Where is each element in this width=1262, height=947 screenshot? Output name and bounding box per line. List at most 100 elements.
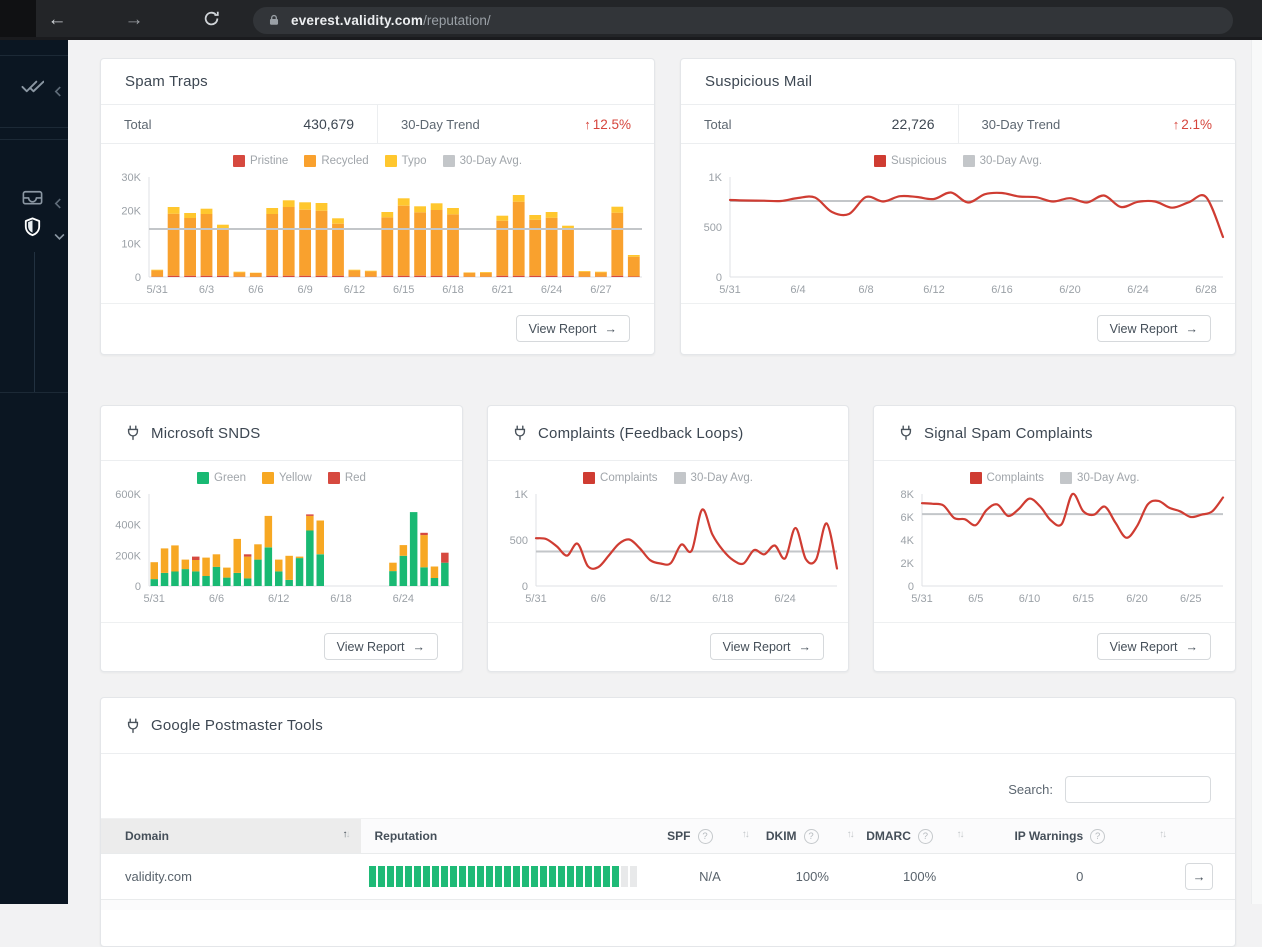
- chart-canvas: 05001K5/316/46/86/126/166/206/246/28: [683, 171, 1234, 297]
- svg-text:6/25: 6/25: [1180, 593, 1201, 605]
- ip-warnings-cell: 0: [974, 869, 1185, 884]
- svg-text:5/31: 5/31: [147, 284, 168, 296]
- complaints-chart: Complaints30-Day Avg.05001K5/316/66/126/…: [488, 461, 848, 606]
- chart-canvas: 010K20K30K5/316/36/66/96/126/156/186/216…: [102, 171, 653, 297]
- sidebar: [0, 40, 68, 904]
- svg-text:6/3: 6/3: [199, 284, 214, 296]
- page-scrollbar[interactable]: [1251, 40, 1262, 904]
- svg-text:200K: 200K: [115, 550, 141, 562]
- svg-text:0: 0: [715, 272, 721, 284]
- svg-text:5/31: 5/31: [143, 593, 164, 605]
- table-footer: [101, 900, 1235, 910]
- column-header-ip-warnings[interactable]: IP Warnings ? ↑↓: [974, 819, 1185, 853]
- window-corner: [0, 0, 36, 40]
- svg-text:6K: 6K: [901, 512, 915, 524]
- card-title-complaints: Complaints (Feedback Loops): [538, 425, 744, 442]
- chart-canvas: 0200K400K600K5/316/66/126/186/24: [101, 488, 462, 606]
- sort-icon[interactable]: ↑↓: [1159, 829, 1165, 840]
- svg-text:8K: 8K: [901, 489, 915, 501]
- address-bar[interactable]: everest.validity.com/reputation/: [253, 7, 1233, 34]
- snds-chart: GreenYellowRed0200K400K600K5/316/66/126/…: [101, 461, 462, 606]
- svg-text:0: 0: [521, 581, 527, 593]
- legend-item: Yellow: [262, 470, 312, 486]
- domain-cell: validity.com: [101, 869, 361, 884]
- sidebar-item-reputation[interactable]: [0, 218, 68, 242]
- svg-text:6/18: 6/18: [330, 593, 351, 605]
- column-header-dkim[interactable]: DKIM ? ↑↓: [760, 819, 865, 853]
- svg-text:6/24: 6/24: [774, 593, 795, 605]
- chevron-down-icon: [54, 228, 65, 246]
- view-report-button[interactable]: View Report→: [1097, 315, 1211, 342]
- svg-text:6/6: 6/6: [248, 284, 263, 296]
- back-button[interactable]: ←: [37, 2, 77, 38]
- stat-trend: 30-Day Trend ↑12.5%: [378, 105, 654, 143]
- sort-icon[interactable]: ↑↓: [847, 829, 853, 840]
- reputation-bar: [369, 866, 660, 887]
- table-header: Domain ↑↓ Reputation SPF ? ↑↓ DKIM ? ↑↓ …: [101, 818, 1235, 854]
- legend-item: 30-Day Avg.: [1060, 470, 1139, 486]
- page-title-spam-traps: Spam Traps: [125, 73, 208, 90]
- main-content: Spam Traps Total 430,679 30-Day Trend ↑1…: [68, 40, 1262, 904]
- help-icon[interactable]: ?: [1090, 829, 1105, 844]
- svg-text:1K: 1K: [708, 172, 722, 184]
- svg-text:0: 0: [135, 581, 141, 593]
- svg-text:6/24: 6/24: [393, 593, 414, 605]
- legend-item: Red: [328, 470, 366, 486]
- legend-item: 30-Day Avg.: [963, 153, 1042, 169]
- sidebar-item-inbox[interactable]: [0, 188, 68, 212]
- search-input[interactable]: [1065, 776, 1211, 803]
- svg-text:1K: 1K: [514, 489, 528, 501]
- row-detail-button[interactable]: →: [1185, 863, 1213, 890]
- card-spam-traps: Spam Traps Total 430,679 30-Day Trend ↑1…: [100, 58, 655, 355]
- svg-text:30K: 30K: [121, 172, 141, 184]
- forward-button[interactable]: →: [114, 2, 154, 38]
- column-header-spf[interactable]: SPF ? ↑↓: [660, 819, 760, 853]
- view-report-button[interactable]: View Report→: [710, 633, 824, 660]
- svg-text:6/21: 6/21: [492, 284, 513, 296]
- sort-icon[interactable]: ↑↓: [343, 829, 349, 840]
- signal-spam-chart: Complaints30-Day Avg.02K4K6K8K5/316/56/1…: [874, 461, 1235, 606]
- column-header-domain[interactable]: Domain ↑↓: [101, 819, 361, 853]
- svg-text:6/24: 6/24: [1127, 284, 1148, 296]
- legend-item: 30-Day Avg.: [674, 470, 753, 486]
- svg-text:6/10: 6/10: [1019, 593, 1040, 605]
- total-value: 430,679: [303, 116, 354, 132]
- legend-item: Typo: [385, 153, 427, 169]
- search-label: Search:: [1008, 782, 1053, 797]
- svg-text:6/5: 6/5: [968, 593, 983, 605]
- chevron-left-icon: [54, 84, 62, 102]
- view-report-button[interactable]: View Report→: [516, 315, 630, 342]
- reload-button[interactable]: [191, 0, 231, 40]
- sort-icon[interactable]: ↑↓: [742, 829, 748, 840]
- svg-text:6/20: 6/20: [1059, 284, 1080, 296]
- url-path: /reputation/: [423, 13, 491, 28]
- view-report-button[interactable]: View Report→: [1097, 633, 1211, 660]
- svg-text:6/28: 6/28: [1195, 284, 1216, 296]
- column-header-dmarc[interactable]: DMARC ? ↑↓: [865, 819, 975, 853]
- card-title-signal-spam: Signal Spam Complaints: [924, 425, 1093, 442]
- svg-text:6/12: 6/12: [923, 284, 944, 296]
- svg-text:6/18: 6/18: [712, 593, 733, 605]
- table-row[interactable]: validity.com N/A 100% 100% 0 →: [101, 854, 1235, 900]
- total-value: 22,726: [892, 116, 935, 132]
- stat-total: Total 430,679: [101, 105, 378, 143]
- svg-text:500: 500: [509, 535, 527, 547]
- svg-text:6/12: 6/12: [344, 284, 365, 296]
- card-suspicious-mail: Suspicious Mail Total 22,726 30-Day Tren…: [680, 58, 1236, 355]
- page-title-suspicious-mail: Suspicious Mail: [705, 73, 812, 90]
- sort-icon[interactable]: ↑↓: [956, 829, 962, 840]
- svg-text:6/15: 6/15: [393, 284, 414, 296]
- svg-text:5/31: 5/31: [719, 284, 740, 296]
- help-icon[interactable]: ?: [918, 829, 933, 844]
- sidebar-item-deliverability[interactable]: [0, 76, 68, 100]
- help-icon[interactable]: ?: [804, 829, 819, 844]
- plug-icon: [125, 718, 141, 734]
- help-icon[interactable]: ?: [698, 829, 713, 844]
- dkim-cell: 100%: [760, 869, 865, 884]
- svg-text:20K: 20K: [121, 205, 141, 217]
- sidebar-divider: [0, 127, 68, 128]
- column-header-reputation: Reputation: [361, 819, 660, 853]
- reload-icon: [203, 10, 220, 27]
- dmarc-cell: 100%: [865, 869, 975, 884]
- view-report-button[interactable]: View Report→: [324, 633, 438, 660]
